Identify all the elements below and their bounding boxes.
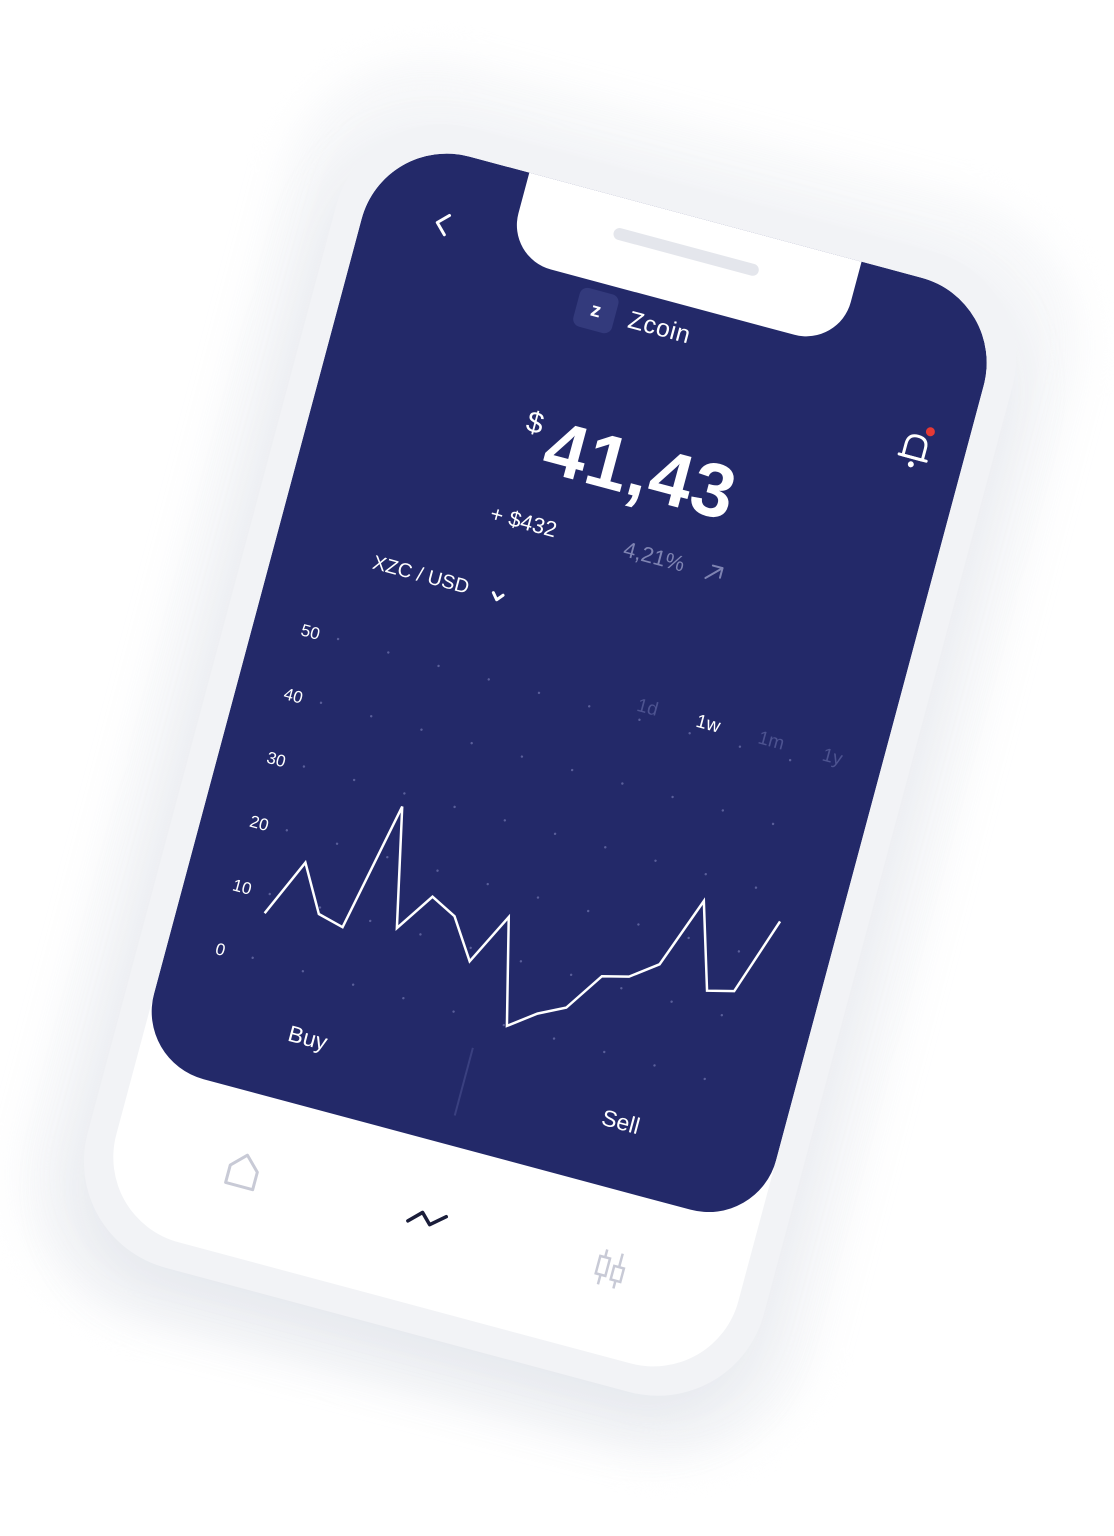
grid-dot xyxy=(537,691,541,695)
grid-dot xyxy=(453,805,456,809)
price-currency: $ xyxy=(522,405,548,442)
grid-dot xyxy=(670,1000,673,1003)
candlestick-icon[interactable] xyxy=(581,1240,640,1299)
grid-dot xyxy=(703,1077,706,1081)
grid-dot xyxy=(336,637,340,641)
grid-dot xyxy=(737,950,741,953)
grid-dot xyxy=(335,842,339,845)
y-tick-label: 10 xyxy=(230,876,253,899)
phone-display: z Zcoin $41,43 + $432 4,21% XZC / USD 1d… xyxy=(93,133,1007,1387)
phone-frame: z Zcoin $41,43 + $432 4,21% XZC / USD 1d… xyxy=(59,99,1041,1421)
phone-mockup: z Zcoin $41,43 + $432 4,21% XZC / USD 1d… xyxy=(0,26,1114,1494)
arrow-up-right-icon xyxy=(704,564,724,580)
page: z Zcoin $41,43 + $432 4,21% XZC / USD 1d… xyxy=(0,0,1114,1536)
grid-dot xyxy=(603,1050,606,1054)
home-icon[interactable] xyxy=(214,1141,273,1200)
grid-dot xyxy=(403,792,406,795)
chart-line-icon[interactable] xyxy=(397,1190,456,1249)
grid-dot xyxy=(687,936,690,940)
grid-dot xyxy=(604,846,607,849)
grid-dot xyxy=(788,758,792,762)
grid-dot xyxy=(721,809,725,812)
grid-dot xyxy=(369,919,372,923)
grid-dot xyxy=(519,960,523,963)
grid-dot xyxy=(402,996,405,1000)
coin-logo-glyph: z xyxy=(588,298,604,322)
notifications-button[interactable] xyxy=(890,423,940,476)
grid-dot xyxy=(452,1010,455,1013)
grid-dot xyxy=(470,741,473,745)
grid-dot xyxy=(487,678,490,681)
grid-dot xyxy=(486,882,489,886)
grid-dot xyxy=(352,778,356,782)
y-tick-label: 40 xyxy=(282,684,305,707)
grid-dot xyxy=(268,892,271,896)
grid-dot xyxy=(437,664,440,668)
grid-dot xyxy=(637,923,640,926)
actions-divider xyxy=(453,1047,474,1116)
grid-dot xyxy=(370,715,373,718)
grid-dot xyxy=(569,973,573,976)
grid-dot xyxy=(351,983,355,986)
grid-dot xyxy=(570,768,574,772)
price-change-percent: 4,21% xyxy=(620,536,688,577)
grid-dot xyxy=(621,782,624,785)
grid-dot xyxy=(638,718,641,721)
coin-name: Zcoin xyxy=(625,305,694,349)
grid-dot xyxy=(301,970,305,973)
grid-dot xyxy=(520,755,524,758)
grid-dot xyxy=(754,886,758,889)
grid-dot xyxy=(536,896,540,899)
grid-dot xyxy=(251,956,254,959)
grid-dot xyxy=(653,1064,656,1067)
y-tick-label: 50 xyxy=(299,621,322,644)
y-tick-label: 0 xyxy=(213,939,227,960)
grid-dot xyxy=(469,946,472,950)
grid-dot xyxy=(436,869,439,872)
grid-dot xyxy=(720,1013,724,1017)
zcoin-logo-icon: z xyxy=(571,286,621,336)
grid-dot xyxy=(552,1037,556,1040)
grid-dot xyxy=(771,822,775,826)
y-tick-label: 20 xyxy=(248,812,271,835)
pair-selector[interactable]: XZC / USD xyxy=(370,552,508,610)
grid-dot xyxy=(671,795,674,799)
grid-dot xyxy=(387,651,390,654)
grid-dot xyxy=(319,701,323,704)
chevron-left-icon[interactable] xyxy=(419,200,468,249)
grid-dot xyxy=(318,906,322,909)
grid-dot xyxy=(419,933,422,936)
grid-dot xyxy=(588,705,591,708)
grid-dot xyxy=(738,745,742,748)
pair-label: XZC / USD xyxy=(370,551,472,599)
grid-dot xyxy=(285,829,289,832)
price-change-absolute: + $432 xyxy=(487,500,560,543)
grid-dot xyxy=(502,1023,506,1027)
grid-dot xyxy=(386,856,389,859)
price-value: 41,43 xyxy=(534,404,746,538)
grid-dot xyxy=(420,728,423,731)
grid-dot xyxy=(302,765,306,768)
grid-dot xyxy=(503,819,507,822)
y-tick-label: 30 xyxy=(265,748,288,771)
grid-dot xyxy=(620,987,623,990)
grid-dot xyxy=(587,909,590,913)
grid-dot xyxy=(553,832,557,836)
grid-dot xyxy=(688,732,691,735)
grid-dot xyxy=(654,859,657,862)
grid-dot xyxy=(704,873,707,876)
chevron-down-icon xyxy=(491,590,505,601)
